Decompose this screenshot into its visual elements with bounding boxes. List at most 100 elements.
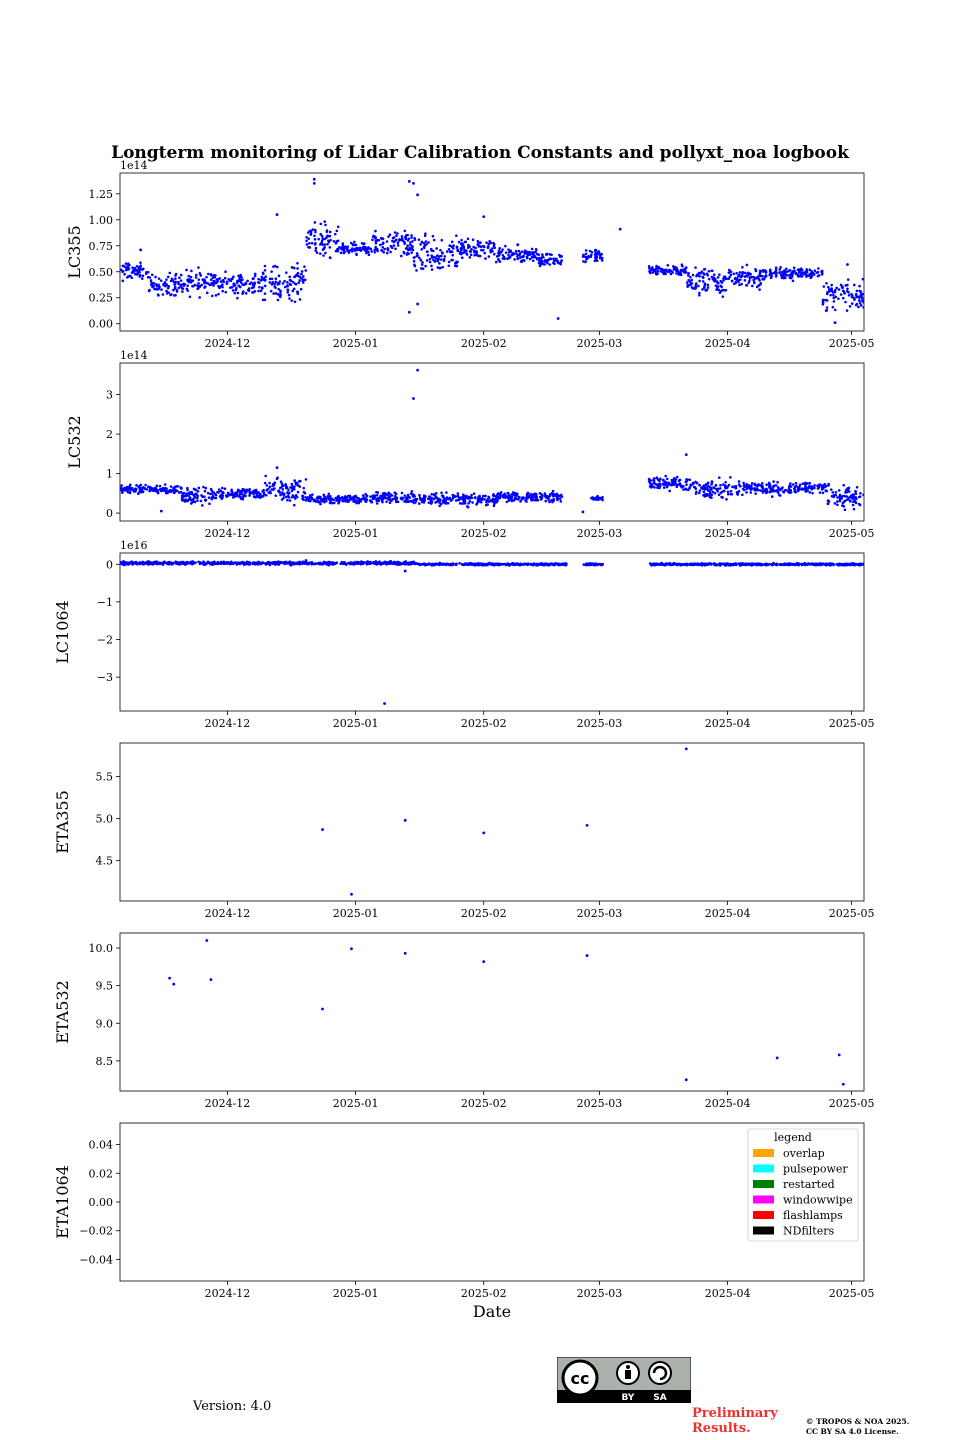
data-point [369,247,372,251]
data-point [471,238,475,241]
data-point [420,248,423,251]
data-point [317,237,320,241]
data-point [346,494,350,498]
data-point [655,272,658,276]
data-point [469,253,473,257]
data-point [513,496,517,500]
data-point [673,479,677,483]
data-point [722,279,725,282]
axes-frame [119,552,865,712]
x-tick-label: 2025-02 [461,1097,507,1110]
data-point [192,500,195,503]
data-point [262,493,266,496]
data-point [223,276,227,280]
data-point [263,264,267,268]
data-point [747,281,751,284]
data-point [270,270,273,273]
data-point [665,477,669,481]
data-point [712,273,716,276]
data-point [532,562,536,565]
data-point [354,499,358,503]
data-point [460,496,463,499]
data-point [497,492,501,496]
data-point [834,490,838,494]
data-point [154,561,157,565]
data-point [206,561,209,565]
data-point [685,483,688,487]
data-point [272,292,275,295]
data-point [229,286,232,289]
data-point [649,271,652,275]
data-point [724,277,728,281]
data-point [560,259,563,262]
data-point [517,249,521,253]
data-point [585,954,589,957]
y-tick-label: −1 [97,596,113,609]
data-point [343,245,347,248]
data-point [822,285,826,288]
data-point [501,257,505,260]
data-point [309,230,313,233]
data-point [797,269,801,272]
data-point [678,478,682,482]
x-tick-label: 2025-04 [705,907,751,920]
data-point [393,561,397,564]
data-point [313,228,317,232]
y-tick-label: 8.5 [96,1055,114,1068]
data-point [707,277,711,281]
data-point [123,272,126,276]
data-point [305,239,308,243]
data-point [440,491,443,495]
data-point [162,282,165,286]
data-point [423,234,427,238]
data-point [323,237,327,241]
data-point [248,490,252,494]
data-point [465,252,469,256]
data-point [140,268,144,271]
data-point [355,248,359,252]
data-point [708,493,712,497]
data-point [288,563,292,566]
data-point [848,563,852,566]
data-point [462,494,466,498]
y-tick-label: 5.0 [96,813,114,826]
data-point [844,300,847,304]
data-point [765,487,768,491]
data-point [775,271,778,274]
data-point [442,563,445,566]
data-point [352,496,356,500]
data-point [789,562,793,566]
data-point [527,494,531,498]
data-point [862,493,864,497]
data-point [198,284,202,288]
data-point [279,295,282,299]
data-point [174,560,178,563]
data-point [844,284,847,287]
data-point [421,261,424,264]
data-point [838,495,841,499]
data-point [482,244,485,248]
x-tick-label: 2024-12 [205,717,251,730]
data-point [788,488,791,492]
data-point [460,242,463,245]
data-point [393,239,397,243]
data-point [377,496,381,500]
data-point [848,305,852,308]
data-point [859,491,862,495]
data-point [393,491,397,494]
data-point [595,251,599,255]
data-point [714,284,718,288]
data-point [587,254,590,258]
data-point [846,498,850,501]
data-point [413,264,417,268]
data-point [394,498,398,502]
data-point [618,227,622,231]
data-point [332,239,336,243]
data-point [285,495,288,499]
legend-swatch [753,1180,774,1188]
data-point [221,285,224,289]
data-point [287,293,291,297]
data-point [703,282,707,285]
data-point [256,490,260,494]
data-point [584,249,588,252]
